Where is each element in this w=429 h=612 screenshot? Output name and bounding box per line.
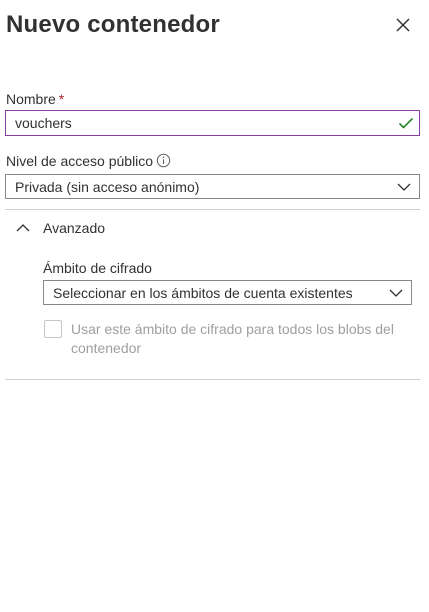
access-level-dropdown[interactable]: Privada (sin acceso anónimo) [5, 174, 420, 199]
access-level-label: Nivel de acceso público [6, 153, 154, 169]
chevron-down-icon [389, 289, 403, 297]
encryption-scope-label: Ámbito de cifrado [43, 260, 152, 276]
chevron-down-icon [397, 183, 411, 191]
name-label-text: Nombre [6, 91, 56, 107]
encryption-scope-dropdown[interactable]: Seleccionar en los ámbitos de cuenta exi… [43, 280, 412, 305]
chevron-up-icon [16, 224, 30, 232]
apply-scope-checkbox-label: Usar este ámbito de cifrado para todos l… [71, 321, 394, 356]
advanced-section-label: Avanzado [43, 220, 106, 236]
required-marker: * [58, 91, 65, 107]
encryption-scope-selected: Seleccionar en los ámbitos de cuenta exi… [53, 285, 353, 301]
close-button[interactable] [392, 14, 414, 36]
close-icon [396, 18, 410, 32]
divider [5, 379, 420, 380]
apply-scope-checkbox[interactable] [44, 320, 62, 338]
divider [5, 209, 420, 210]
info-icon[interactable] [156, 153, 171, 168]
access-level-selected: Privada (sin acceso anónimo) [15, 179, 200, 195]
name-input[interactable] [5, 110, 420, 136]
name-label: Nombre * [6, 90, 64, 108]
panel-title: Nuevo contenedor [6, 11, 220, 38]
advanced-section-toggle[interactable]: Avanzado [16, 218, 136, 240]
checkmark-icon [398, 117, 414, 129]
